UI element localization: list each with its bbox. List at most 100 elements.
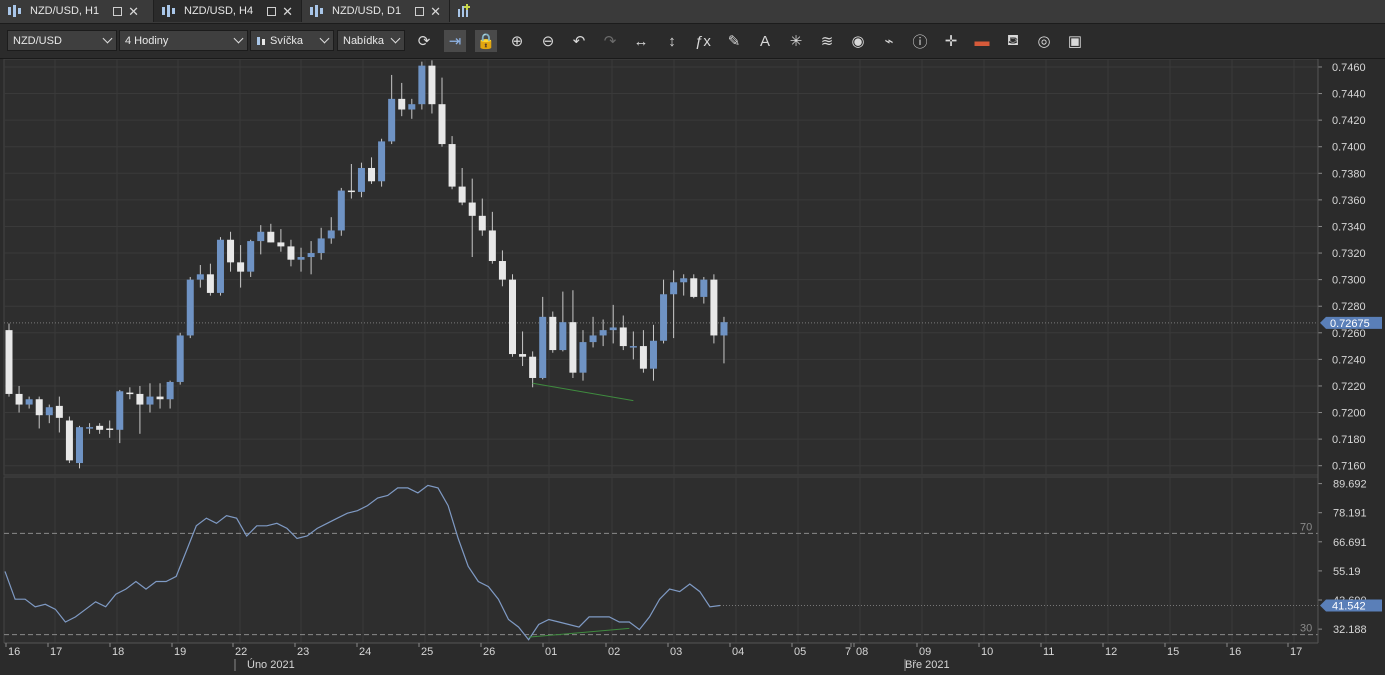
save-button[interactable]: ▣ <box>1064 30 1086 52</box>
layers-button[interactable]: ≋ <box>816 30 838 52</box>
candle-body <box>710 279 718 336</box>
eye-button[interactable]: ◉ <box>847 30 869 52</box>
time-tick-label: 08 <box>856 646 868 658</box>
redo-button[interactable]: ↷ <box>599 30 621 52</box>
candle-body <box>86 427 94 429</box>
text-tool-button[interactable]: A <box>754 30 776 52</box>
autoscroll-button[interactable]: ⇥ <box>444 30 466 52</box>
time-tick-label: 16 <box>8 646 20 658</box>
candle-body <box>478 215 486 231</box>
refresh-button[interactable]: ⟳ <box>413 30 435 52</box>
menu-select[interactable]: Nabídka <box>337 30 405 51</box>
time-tick-label: 17 <box>1290 646 1302 658</box>
close-icon[interactable]: ✕ <box>128 5 139 18</box>
zoom-in-button[interactable]: ⊕ <box>506 30 528 52</box>
rsi-pane-bg <box>3 476 1319 644</box>
redo-icon: ↷ <box>603 33 617 50</box>
tab-nzdusd-h1[interactable]: NZD/USD, H1 ✕ <box>0 0 154 22</box>
candle-body <box>317 238 325 254</box>
symbol-select[interactable]: NZD/USD <box>7 30 117 51</box>
paint-bucket-button[interactable]: ⛾ <box>1002 30 1024 52</box>
time-tick-label: 22 <box>235 646 247 658</box>
info-button[interactable]: ⓘ <box>909 30 931 52</box>
fit-horizontal-icon: ↔ <box>633 32 649 50</box>
candle-body <box>388 98 396 142</box>
indicators-fx-button[interactable]: ƒx <box>692 30 714 52</box>
undo-icon: ↶ <box>572 33 586 50</box>
chart-canvas[interactable]: 70 30 0.7460 0.7440 0.7420 0.7400 0.7380 0.736… <box>0 58 1385 672</box>
candle-body <box>378 141 386 182</box>
candle-body <box>408 104 416 110</box>
candle-body <box>106 428 114 430</box>
chart-toolbar: NZD/USD 4 Hodiny Svíčka Nabídka ⟳ ⇥ 🔒 ⊕ ⊖ ↶ ↷ ↔… <box>0 24 1385 59</box>
zoom-out-button[interactable]: ⊖ <box>537 30 559 52</box>
rsi-level-label: 70 <box>1300 521 1312 533</box>
price-tick-label: 0.7360 <box>1332 195 1366 207</box>
save-icon: ▣ <box>1067 33 1083 50</box>
price-tick-label: 0.7460 <box>1332 62 1366 74</box>
time-tick-label: 19 <box>174 646 186 658</box>
tab-bar: NZD/USD, H1 ✕ NZD/USD, H4 ✕ NZD/USD, D1 … <box>0 0 1385 24</box>
candle-body <box>509 279 516 355</box>
price-tick-label: 0.7420 <box>1332 115 1366 127</box>
cursor-cross-button[interactable]: ✛ <box>940 30 962 52</box>
popout-icon[interactable] <box>113 6 123 16</box>
info-icon: ⓘ <box>912 33 928 51</box>
candle-body <box>25 399 33 405</box>
popout-icon[interactable] <box>415 6 425 16</box>
candle-body <box>216 239 224 293</box>
price-tick-label: 0.7320 <box>1332 248 1366 260</box>
price-tick-label: 0.7160 <box>1332 461 1366 473</box>
crosshair-star-button[interactable]: ✳ <box>785 30 807 52</box>
alert-button[interactable]: ⌁ <box>878 30 900 52</box>
price-tick-label: 0.7380 <box>1332 168 1366 180</box>
undo-button[interactable]: ↶ <box>568 30 590 52</box>
time-tick-label: 24 <box>359 646 371 658</box>
close-icon[interactable]: ✕ <box>282 5 293 18</box>
candle-body <box>126 392 134 395</box>
price-tick-label: 0.7280 <box>1332 301 1366 313</box>
time-tick-label: 15 <box>1167 646 1179 658</box>
zoom-in-icon: ⊕ <box>510 33 524 50</box>
candle-body <box>398 98 406 110</box>
candle-body <box>327 230 335 239</box>
time-tick-label: 10 <box>981 646 993 658</box>
candle-body <box>539 316 547 378</box>
candle-body <box>720 322 728 336</box>
chart-type-select[interactable]: Svíčka <box>250 30 334 51</box>
candle-body <box>498 261 506 280</box>
candle-body <box>589 335 597 343</box>
time-tick-label: 01 <box>545 646 557 658</box>
tab-nzdusd-d1[interactable]: NZD/USD, D1 ✕ <box>302 0 450 22</box>
close-icon[interactable]: ✕ <box>430 5 441 18</box>
candle-body <box>116 391 124 430</box>
symbol-value: NZD/USD <box>13 34 62 47</box>
rsi-grid: 70 30 <box>3 476 1319 644</box>
tab-label: NZD/USD, H4 <box>184 5 254 17</box>
menu-value: Nabídka <box>343 34 384 47</box>
lifebuoy-button[interactable]: ◎ <box>1033 30 1055 52</box>
time-tick-label: 16 <box>1229 646 1241 658</box>
candles-icon <box>162 5 176 17</box>
zoom-out-icon: ⊖ <box>541 33 555 50</box>
rsi-tick-label: 55.19 <box>1333 566 1361 578</box>
pencil-icon: ✎ <box>727 33 741 50</box>
candle-body <box>670 282 678 295</box>
candle-body <box>35 399 43 416</box>
chart-type-value: Svíčka <box>270 34 304 47</box>
popout-icon[interactable] <box>267 6 277 16</box>
new-chart-tab-icon[interactable] <box>456 3 472 19</box>
lock-button[interactable]: 🔒 <box>475 30 497 52</box>
tab-nzdusd-h4[interactable]: NZD/USD, H4 ✕ <box>154 0 302 22</box>
indicators-fx-icon: ƒx <box>695 32 711 50</box>
ruler-button[interactable]: ▬ <box>971 30 993 52</box>
fit-horizontal-button[interactable]: ↔ <box>630 30 652 52</box>
rsi-tick-label: 89.692 <box>1333 479 1367 491</box>
candle-body <box>619 327 627 347</box>
candle-body <box>488 230 496 262</box>
time-tick-label: 04 <box>732 646 744 658</box>
chart-area[interactable]: 70 30 0.7460 0.7440 0.7420 0.7400 0.7380 0.736… <box>0 58 1385 672</box>
fit-vertical-button[interactable]: ↕ <box>661 30 683 52</box>
timeframe-select[interactable]: 4 Hodiny <box>119 30 248 51</box>
pencil-button[interactable]: ✎ <box>723 30 745 52</box>
